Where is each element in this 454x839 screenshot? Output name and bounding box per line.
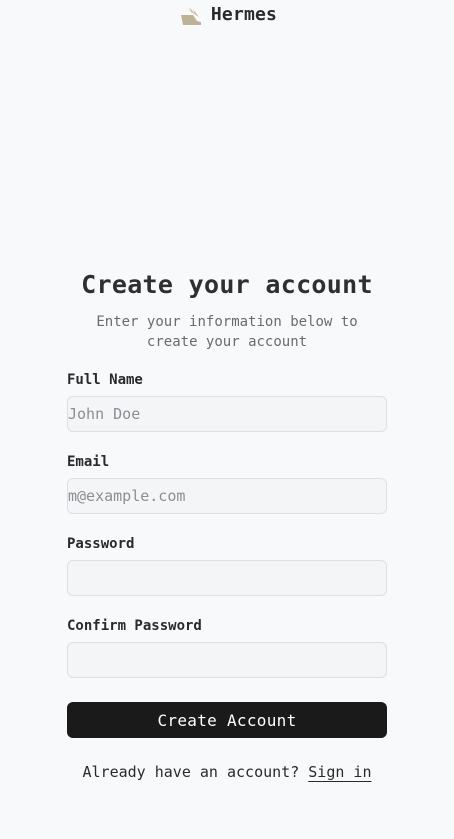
password-label: Password (67, 536, 135, 552)
signup-form: Create your account Enter your informati… (67, 266, 387, 781)
create-account-button[interactable]: Create Account (67, 702, 387, 738)
password-field-group: Password (67, 534, 387, 596)
full-name-label: Full Name (67, 372, 143, 388)
full-name-input[interactable] (67, 396, 387, 432)
signin-prompt-text: Already have an account? (82, 763, 300, 781)
winged-shoe-icon (179, 5, 201, 25)
page-title: Create your account (81, 270, 373, 299)
password-input[interactable] (67, 560, 387, 596)
confirm-password-input[interactable] (67, 642, 387, 678)
signup-page: Hermes Create your account Enter your in… (0, 0, 454, 839)
full-name-field-group: Full Name (67, 370, 387, 432)
brand-name: Hermes (210, 3, 278, 25)
email-field-group: Email (67, 452, 387, 514)
sign-in-link[interactable]: Sign in (308, 763, 371, 781)
email-input[interactable] (67, 478, 387, 514)
page-subtitle: Enter your information below to create y… (96, 314, 358, 350)
signin-prompt: Already have an account? Sign in (67, 761, 387, 783)
email-label: Email (67, 454, 110, 470)
brand-header: Hermes (0, 0, 454, 28)
confirm-password-field-group: Confirm Password (67, 616, 387, 678)
confirm-password-label: Confirm Password (67, 618, 202, 634)
